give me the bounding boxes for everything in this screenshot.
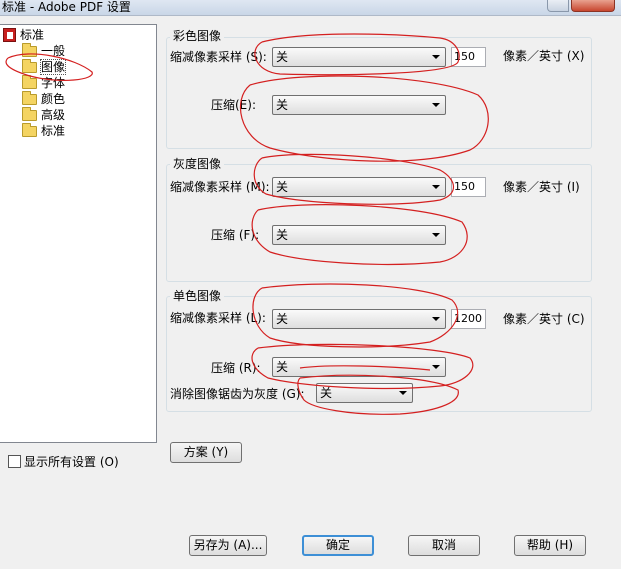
folder-icon xyxy=(22,43,37,57)
tree-item-images[interactable]: 图像 xyxy=(22,59,67,75)
tree-root[interactable]: 标准 xyxy=(3,28,44,43)
mono-compression-value: 关 xyxy=(276,360,289,374)
color-downsample-value: 关 xyxy=(276,50,289,64)
mono-downsample-select[interactable]: 关 xyxy=(272,309,446,329)
close-button[interactable] xyxy=(571,0,615,12)
color-compression-label: 压缩(E): xyxy=(211,98,256,112)
gray-images-title: 灰度图像 xyxy=(170,157,225,171)
tree-root-label: 标准 xyxy=(20,28,45,42)
folder-icon xyxy=(22,107,37,121)
color-resolution-input[interactable]: 150 xyxy=(451,47,486,67)
cancel-button[interactable]: 取消 xyxy=(408,535,480,556)
color-downsample-select[interactable]: 关 xyxy=(272,47,446,67)
scheme-button[interactable]: 方案 (Y) xyxy=(170,442,242,463)
tree-item-label: 高级 xyxy=(41,108,66,122)
title-bar: 标准 - Adobe PDF 设置 xyxy=(0,0,621,16)
gray-compression-value: 关 xyxy=(276,228,289,242)
gray-resolution-input[interactable]: 150 xyxy=(451,177,486,197)
tree-item-fonts[interactable]: 字体 xyxy=(22,75,66,91)
folder-icon xyxy=(22,75,37,89)
folder-icon xyxy=(22,91,37,105)
gray-downsample-select[interactable]: 关 xyxy=(272,177,446,197)
pdf-icon xyxy=(3,28,16,42)
folder-icon xyxy=(22,59,37,73)
mono-antialias-select[interactable]: 关 xyxy=(316,383,413,403)
settings-tree: 标准 一般 图像 字体 颜色 高级 标准 xyxy=(0,24,157,443)
gray-unit-label: 像素／英寸 (I) xyxy=(503,180,580,194)
save-as-button[interactable]: 另存为 (A)... xyxy=(189,535,267,556)
tree-item-standards[interactable]: 标准 xyxy=(22,123,66,139)
dropdown-arrow-icon xyxy=(432,233,440,237)
dropdown-arrow-icon xyxy=(432,103,440,107)
gray-downsample-label: 缩减像素采样 (M): xyxy=(170,180,270,194)
show-all-settings[interactable]: 显示所有设置 (O) xyxy=(8,455,119,469)
color-images-title: 彩色图像 xyxy=(170,29,225,43)
tree-item-label: 一般 xyxy=(41,44,66,58)
tree-item-general[interactable]: 一般 xyxy=(22,43,66,59)
mono-compression-select[interactable]: 关 xyxy=(272,357,446,377)
help-button[interactable]: 帮助 (H) xyxy=(514,535,586,556)
dropdown-arrow-icon xyxy=(432,317,440,321)
tree-item-color[interactable]: 颜色 xyxy=(22,91,66,107)
gray-compression-select[interactable]: 关 xyxy=(272,225,446,245)
tree-item-label: 标准 xyxy=(41,124,66,138)
mono-antialias-label: 消除图像锯齿为灰度 (G): xyxy=(170,387,305,401)
tree-item-label: 字体 xyxy=(41,76,66,90)
tree-item-label: 图像 xyxy=(39,59,67,75)
color-unit-label: 像素／英寸 (X) xyxy=(503,49,585,63)
folder-icon xyxy=(22,123,37,137)
mono-images-title: 单色图像 xyxy=(170,289,225,303)
window-title: 标准 - Adobe PDF 设置 xyxy=(2,0,131,14)
dropdown-arrow-icon xyxy=(432,185,440,189)
dropdown-arrow-icon xyxy=(432,365,440,369)
color-compression-select[interactable]: 关 xyxy=(272,95,446,115)
mono-antialias-value: 关 xyxy=(320,386,333,400)
gray-compression-label: 压缩 (F): xyxy=(211,228,260,242)
minimize-button[interactable] xyxy=(547,0,569,12)
mono-compression-label: 压缩 (R): xyxy=(211,361,261,375)
dropdown-arrow-icon xyxy=(399,391,407,395)
color-downsample-label: 缩减像素采样 (S): xyxy=(170,50,267,64)
show-all-checkbox[interactable] xyxy=(8,455,21,468)
gray-downsample-value: 关 xyxy=(276,180,289,194)
show-all-label: 显示所有设置 (O) xyxy=(24,455,119,469)
ok-button[interactable]: 确定 xyxy=(302,535,374,556)
mono-unit-label: 像素／英寸 (C) xyxy=(503,312,585,326)
dropdown-arrow-icon xyxy=(432,55,440,59)
color-compression-value: 关 xyxy=(276,98,289,112)
tree-item-label: 颜色 xyxy=(41,92,66,106)
mono-resolution-input[interactable]: 1200 xyxy=(451,309,486,329)
tree-item-advanced[interactable]: 高级 xyxy=(22,107,66,123)
mono-downsample-label: 缩减像素采样 (L): xyxy=(170,311,266,325)
mono-downsample-value: 关 xyxy=(276,312,289,326)
